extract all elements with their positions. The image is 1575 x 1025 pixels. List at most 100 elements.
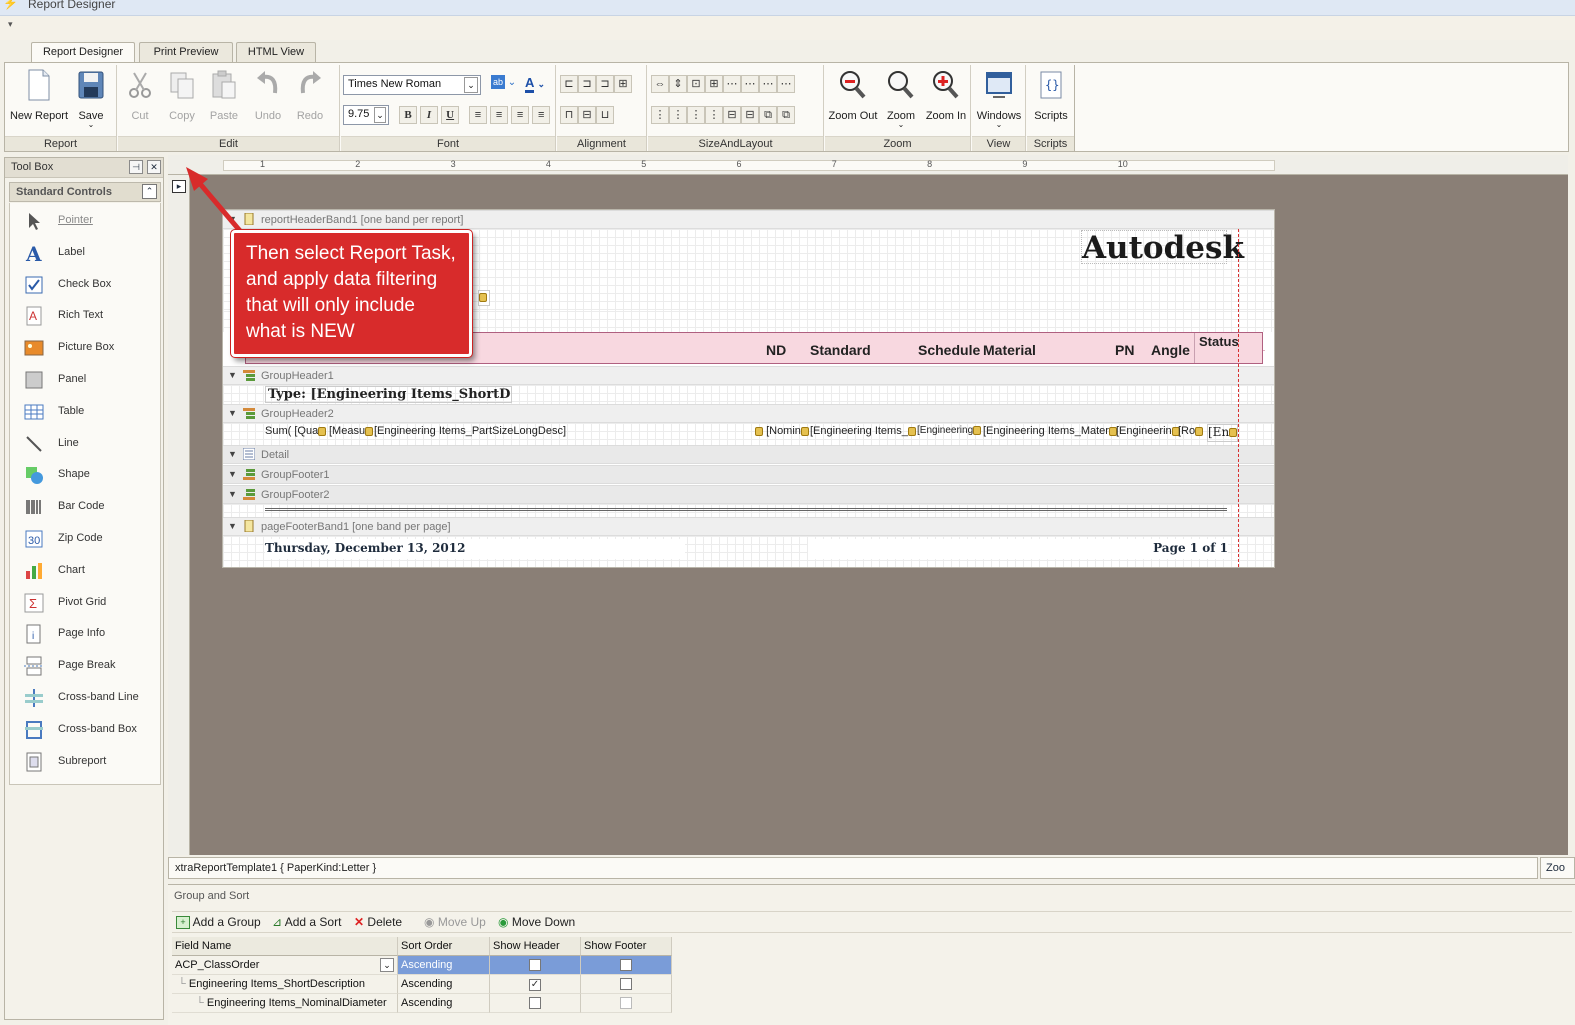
band-group-footer2[interactable]: ▼ GroupFooter2 (223, 485, 1274, 504)
pin-icon[interactable]: ⊣ (129, 160, 143, 174)
tab-html-view[interactable]: HTML View (236, 42, 316, 63)
scripts-button[interactable]: {} Scripts (1029, 69, 1073, 122)
move-up-button[interactable]: ◉ Move Up (424, 915, 486, 929)
font-size-select[interactable]: 9.75 ⌄ (343, 105, 389, 125)
tab-report-designer[interactable]: Report Designer (31, 42, 135, 64)
add-sort-button[interactable]: ⊿ Add a Sort (272, 915, 341, 929)
part-size-long-desc-field[interactable]: [Engineering Items_PartSizeLongDesc] (374, 425, 566, 437)
bring-to-front-icon[interactable]: ⧉ (759, 106, 777, 124)
schedule-field[interactable]: [Engineering (917, 425, 982, 436)
standard-controls-header[interactable]: Standard Controls (9, 182, 161, 202)
table-row-show-footer[interactable] (581, 956, 672, 975)
collapse-triangle-icon[interactable]: ▼ (228, 408, 237, 418)
footer-date[interactable]: Thursday, December 13, 2012 (265, 539, 685, 559)
collapse-icon[interactable]: ⌃ (142, 184, 157, 199)
type-field[interactable]: Type: [Engineering Items_ShortDescri (265, 386, 512, 403)
align-middles-icon[interactable]: ⊟ (578, 106, 596, 124)
angle-field[interactable]: [Ro (1178, 425, 1204, 437)
toolbox-item-subreport[interactable]: Subreport (10, 746, 160, 778)
align-center-icon[interactable]: ≡ (490, 106, 509, 124)
sum-quantity-field[interactable]: Sum( [Qua (265, 425, 327, 437)
align-lefts-icon[interactable]: ⊏ (560, 75, 578, 93)
tab-print-preview[interactable]: Print Preview (139, 42, 233, 63)
save-button[interactable]: Save ⌄ (71, 69, 111, 129)
band-group-footer1[interactable]: ▼ GroupFooter1 (223, 465, 1274, 484)
vspace-remove-icon[interactable]: ⋮ (705, 106, 723, 124)
show-header-checkbox[interactable] (529, 997, 541, 1009)
undo-button[interactable]: Undo (248, 69, 288, 122)
zoom-label[interactable]: Zoo (1540, 857, 1575, 879)
align-left-icon[interactable]: ≡ (469, 106, 487, 124)
toolbox-item-check-box[interactable]: Check Box (10, 269, 160, 301)
align-to-grid-icon[interactable]: ⊞ (614, 75, 632, 93)
band-group-header2[interactable]: ▼ GroupHeader2 (223, 404, 1274, 423)
vspace-decrease-icon[interactable]: ⋮ (687, 106, 705, 124)
toolbox-item-chart[interactable]: Chart (10, 555, 160, 587)
size-to-grid-icon[interactable]: ⊞ (705, 75, 723, 93)
chevron-down-icon[interactable]: ⌄ (380, 958, 394, 972)
col-nd[interactable]: ND (766, 342, 786, 358)
table-row-field[interactable]: ACP_ClassOrder ⌄ (172, 956, 398, 975)
material-field[interactable]: [Engineering Items_Mater (983, 425, 1117, 437)
redo-button[interactable]: Redo (290, 69, 330, 122)
toolbox-item-pivot-grid[interactable]: Σ Pivot Grid (10, 587, 160, 619)
move-down-button[interactable]: ◉ Move Down (498, 915, 575, 929)
toolbox-item-pointer[interactable]: Pointer (10, 205, 160, 237)
collapse-triangle-icon[interactable]: ▼ (228, 469, 237, 479)
band-detail[interactable]: ▼ Detail (223, 445, 1274, 464)
group-footer2-area[interactable] (223, 504, 1274, 517)
header-field[interactable] (478, 290, 490, 306)
band-report-header[interactable]: ▼ reportHeaderBand1 [one band per report… (223, 210, 1274, 229)
zoom-in-button[interactable]: Zoom In (923, 69, 969, 122)
toolbox-item-zip-code[interactable]: 30 Zip Code (10, 523, 160, 555)
align-bottoms-icon[interactable]: ⊔ (596, 106, 614, 124)
align-right-icon[interactable]: ≡ (511, 106, 530, 124)
show-header-checkbox[interactable] (529, 959, 541, 971)
show-footer-checkbox[interactable] (620, 978, 632, 990)
table-row-field[interactable]: └ Engineering Items_NominalDiameter (172, 994, 398, 1013)
toolbox-item-cross-band-box[interactable]: Cross-band Box (10, 714, 160, 746)
col-status[interactable]: Status (1194, 333, 1240, 363)
col-schedule[interactable]: Schedule (918, 342, 980, 358)
field-name-header[interactable]: Field Name (172, 937, 398, 956)
table-row-sort[interactable]: Ascending (398, 956, 490, 975)
hspace-equal-icon[interactable]: ⋯ (723, 75, 741, 93)
table-row-sort[interactable]: Ascending (398, 975, 490, 994)
align-justify-icon[interactable]: ≡ (532, 106, 551, 124)
zoom-button[interactable]: Zoom ⌄ (881, 69, 921, 129)
hspace-remove-icon[interactable]: ⋯ (777, 75, 795, 93)
same-width-icon[interactable]: ⇔ (651, 75, 669, 93)
delete-button[interactable]: ✕ Delete (354, 915, 402, 929)
toolbox-item-page-info[interactable]: i Page Info (10, 618, 160, 650)
collapse-triangle-icon[interactable]: ▼ (228, 370, 237, 380)
send-to-back-icon[interactable]: ⧉ (777, 106, 795, 124)
show-header-checkbox[interactable]: ✓ (529, 979, 541, 991)
same-height-icon[interactable]: ⇕ (669, 75, 687, 93)
footer-page-number[interactable]: Page 1 of 1 (808, 539, 1228, 559)
autodesk-logo[interactable]: Autodesk (1081, 230, 1244, 265)
nominal-field[interactable]: [Nomin (755, 425, 809, 437)
table-row-show-footer[interactable] (581, 975, 672, 994)
add-group-button[interactable]: + Add a Group (176, 915, 261, 930)
table-row-show-header[interactable] (490, 994, 581, 1013)
table-row-field[interactable]: └ Engineering Items_ShortDescription (172, 975, 398, 994)
hspace-increase-icon[interactable]: ⋯ (741, 75, 759, 93)
toolbox-item-line[interactable]: Line (10, 428, 160, 460)
col-pn[interactable]: PN (1115, 342, 1134, 358)
bold-button[interactable]: B (399, 106, 417, 124)
center-vertically-icon[interactable]: ⊟ (741, 106, 759, 124)
toolbox-item-panel[interactable]: Panel (10, 364, 160, 396)
status-field[interactable]: [En (1207, 424, 1238, 442)
table-row-sort[interactable]: Ascending (398, 994, 490, 1013)
toolbox-item-page-break[interactable]: Page Break (10, 650, 160, 682)
font-family-select[interactable]: Times New Roman ⌄ (343, 75, 481, 95)
group-header1-area[interactable]: Type: [Engineering Items_ShortDescri (223, 385, 1274, 404)
toolbox-item-cross-band-line[interactable]: Cross-band Line (10, 682, 160, 714)
band-group-header1[interactable]: ▼ GroupHeader1 (223, 366, 1274, 385)
col-standard[interactable]: Standard (810, 342, 871, 358)
sort-order-header[interactable]: Sort Order (398, 937, 490, 956)
show-header-header[interactable]: Show Header (490, 937, 581, 956)
collapse-triangle-icon[interactable]: ▼ (228, 521, 237, 531)
same-size-icon[interactable]: ⊡ (687, 75, 705, 93)
toolbox-item-label[interactable]: A Label (10, 237, 160, 269)
